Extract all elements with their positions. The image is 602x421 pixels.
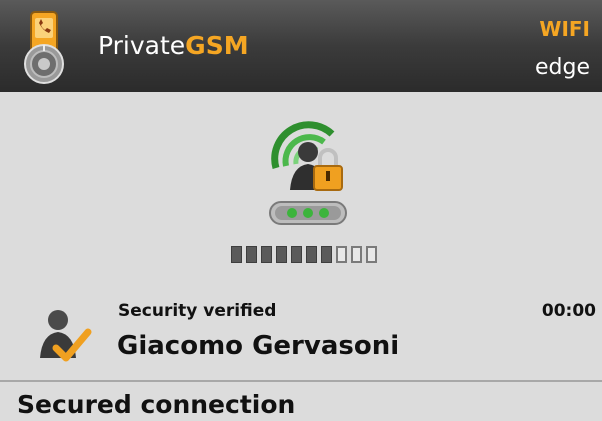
contact-name: Giacomo Gervasoni xyxy=(117,331,400,361)
app-title-prefix: Private xyxy=(98,31,186,60)
divider xyxy=(0,380,602,382)
security-progress-bar xyxy=(231,246,377,264)
progress-segment xyxy=(306,246,317,263)
call-timer: 00:00 xyxy=(541,301,596,321)
network-type-primary: WIFI xyxy=(539,17,590,41)
progress-segment xyxy=(336,246,347,263)
app-title-brand: GSM xyxy=(185,31,249,60)
progress-segment xyxy=(231,246,242,263)
app-logo-icon xyxy=(24,11,64,84)
progress-segment xyxy=(246,246,257,263)
app-title: PrivateGSM xyxy=(98,31,249,60)
progress-segment xyxy=(351,246,362,263)
progress-segment xyxy=(291,246,302,263)
progress-segment xyxy=(321,246,332,263)
app-header: PrivateGSM WIFI edge xyxy=(0,0,602,92)
network-type-secondary: edge xyxy=(535,55,590,80)
secure-call-icon xyxy=(269,121,347,225)
connection-status: Secured connection xyxy=(17,390,296,419)
progress-segment xyxy=(276,246,287,263)
security-status-label: Security verified xyxy=(118,301,277,321)
progress-segment xyxy=(261,246,272,263)
verified-contact-icon xyxy=(40,310,92,362)
progress-segment xyxy=(366,246,377,263)
